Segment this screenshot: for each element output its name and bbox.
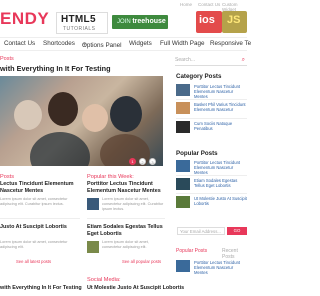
hero-figure (30, 132, 90, 166)
bottom-post-title[interactable]: with Everything In It For Testing (0, 285, 84, 292)
popular-week-post-title[interactable]: Etiam Sodales Egestas Tellus Eget Lobort… (87, 224, 167, 238)
see-all-popular-link[interactable]: See all popular posts (122, 259, 161, 264)
html5-banner-title: HTML5 (61, 14, 96, 25)
divider (176, 118, 247, 119)
sidebar-tabs: Popular Posts Recent Posts (176, 248, 247, 260)
popular-post[interactable]: Porttitor Lectus Tincidunt Elementum Nas… (176, 160, 247, 175)
divider (176, 99, 247, 100)
tab-recent-posts[interactable]: Recent Posts (222, 248, 247, 260)
hero-title[interactable]: with Everything In It For Testing (0, 64, 111, 73)
search-box[interactable]: Search... ⌕ (175, 57, 247, 66)
chevron-down-icon: ▼ (82, 42, 87, 48)
post-thumbnail (87, 241, 99, 253)
divider (87, 218, 165, 219)
ios-banner[interactable]: ios (196, 11, 222, 33)
popular-week-heading: Popular this Week: (87, 174, 134, 180)
top-links: Home Contact Us Custom Widget (178, 0, 247, 12)
category-posts-title: Category Posts (176, 73, 222, 80)
html5-banner-subtitle: TUTORIALS (63, 26, 96, 32)
post-thumbnail (176, 196, 190, 208)
tab-post[interactable]: Porttitor Lectus Tincidunt Elementum Nas… (176, 260, 247, 275)
category-post[interactable]: Basket Phil Varius Tincidunt Elementum N… (176, 102, 247, 116)
popular-post-title[interactable]: Etiam Sodales Egestas Tellus Eget Lobort… (194, 178, 247, 188)
latest-post-excerpt: Lorem ipsum dolor sit amet, consectetur … (0, 240, 68, 249)
hero-figure (82, 104, 108, 132)
social-media-heading: Social Media: (87, 277, 121, 283)
popular-post[interactable]: Ut Molestie Justo At Suscipit Lobortis (176, 196, 247, 210)
hero-image[interactable] (0, 76, 163, 166)
hero-figure (110, 96, 142, 132)
popular-posts-title: Popular Posts (176, 150, 218, 157)
js-banner[interactable]: JS (222, 11, 247, 33)
post-thumbnail (87, 198, 99, 210)
slider-dot-2[interactable]: 2 (139, 158, 146, 165)
post-thumbnail (176, 260, 190, 272)
js-banner-text: JS (227, 14, 241, 26)
slider-dot-1[interactable]: 1 (129, 158, 136, 165)
category-post-title[interactable]: Basket Phil Varius Tincidunt Elementum N… (194, 102, 247, 112)
tab-popular-posts[interactable]: Popular Posts (176, 248, 207, 254)
social-post-title[interactable]: Ut Molestie Justo At Suscipit Lobortis (87, 285, 184, 292)
email-field[interactable]: Your Email Address... (177, 227, 225, 235)
main-nav: Contact Us Shortcodes Options Panel ▼ Wi… (0, 37, 251, 51)
post-thumbnail (176, 84, 190, 96)
post-thumbnail (176, 178, 190, 190)
popular-week-post-excerpt: Lorem ipsum dolor sit amet, consectetur … (102, 240, 149, 249)
tab-post-title[interactable]: Porttitor Lectus Tincidunt Elementum Nas… (194, 260, 247, 275)
nav-item-shortcodes[interactable]: Shortcodes (43, 40, 75, 47)
divider (176, 193, 247, 194)
divider (0, 218, 80, 219)
top-link-contact[interactable]: Contact Us (198, 2, 220, 7)
popular-post-title[interactable]: Porttitor Lectus Tincidunt Elementum Nas… (194, 160, 247, 175)
search-input[interactable]: Search... (175, 57, 195, 63)
hero-figure (14, 100, 42, 130)
header: ENDY HTML5 TUTORIALS JOIN treehouse Home… (0, 0, 247, 37)
nav-item-fullwidth[interactable]: Full Width Page (160, 40, 204, 47)
latest-post-title[interactable]: Lectus Tincidunt Elementum Nascetur Ment… (0, 181, 80, 195)
treehouse-banner-text: JOIN treehouse (117, 18, 166, 25)
latest-post-excerpt: Lorem ipsum dolor sit amet, consectetur … (0, 197, 68, 206)
divider (176, 175, 247, 176)
site-logo[interactable]: ENDY (0, 9, 49, 29)
post-thumbnail (176, 102, 190, 114)
slider-dot-3[interactable]: 3 (149, 158, 156, 165)
popular-week-post-title[interactable]: Porttitor Lectus Tincidunt Elementum Nas… (87, 181, 167, 195)
top-link-home[interactable]: Home (180, 2, 192, 7)
hero-figure (48, 92, 78, 126)
nav-item-responsive[interactable]: Responsive Te (210, 40, 251, 47)
category-post-title[interactable]: Porttitor Lectus Tincidunt Elementum Nas… (194, 84, 247, 99)
treehouse-banner[interactable]: JOIN treehouse (112, 15, 168, 29)
category-post-title[interactable]: Cum Sociis Natoque Penatibus (194, 121, 247, 131)
post-thumbnail (176, 160, 190, 172)
subscribe-button[interactable]: GO (227, 227, 247, 235)
nav-item-contact[interactable]: Contact Us (4, 40, 35, 47)
popular-week-post-excerpt: Lorem ipsum dolor sit amet, consectetur … (102, 197, 164, 211)
popular-post[interactable]: Etiam Sodales Egestas Tellus Eget Lobort… (176, 178, 247, 192)
hero-label: Posts (0, 56, 14, 62)
search-icon[interactable]: ⌕ (242, 57, 245, 64)
see-all-latest-link[interactable]: See all latest posts (16, 259, 51, 264)
latest-posts-heading: Posts (0, 174, 14, 180)
html5-tutorials-banner[interactable]: HTML5 TUTORIALS (56, 12, 108, 34)
latest-post-title[interactable]: Justo At Suscipit Lobortis (0, 224, 80, 231)
post-thumbnail (176, 121, 190, 133)
category-post[interactable]: Porttitor Lectus Tincidunt Elementum Nas… (176, 84, 247, 99)
nav-item-widgets[interactable]: Widgets (129, 40, 152, 47)
category-post[interactable]: Cum Sociis Natoque Penatibus (176, 121, 247, 135)
popular-post-title[interactable]: Ut Molestie Justo At Suscipit Lobortis (194, 196, 247, 206)
ios-banner-text: ios (199, 14, 215, 26)
